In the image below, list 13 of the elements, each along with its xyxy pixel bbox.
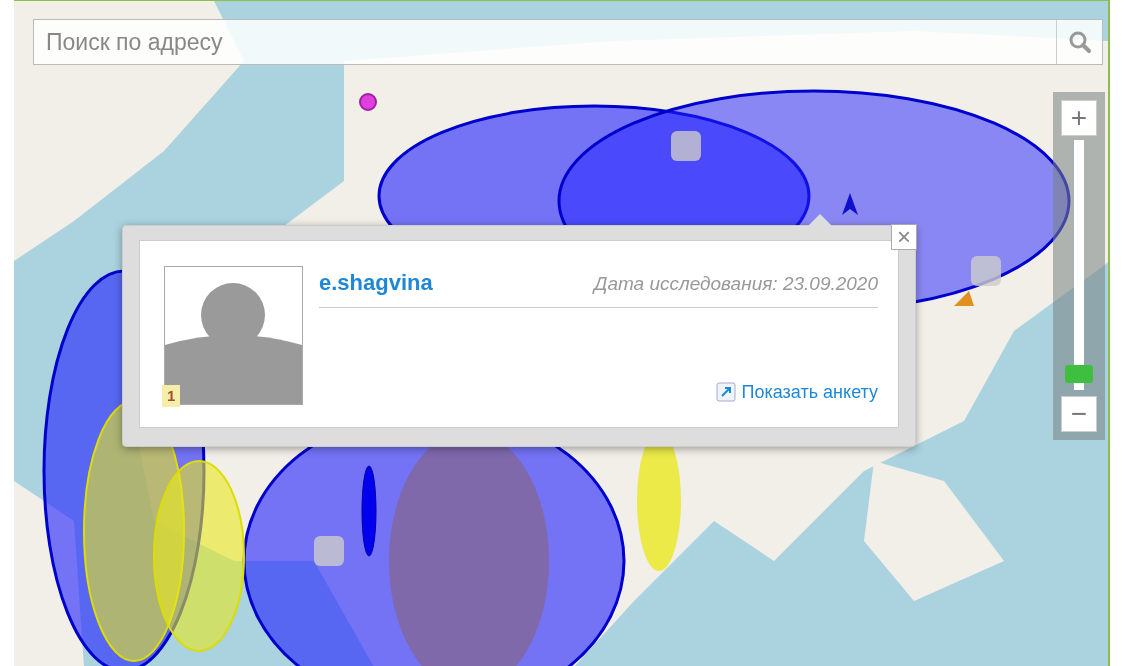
- map-tile[interactable]: Поиск по адресу + − × 1 e.shagvina Дата исследования: 23.09.2020 Показать анкету: [14, 0, 1110, 666]
- zoom-out-button[interactable]: −: [1061, 396, 1097, 432]
- search-field[interactable]: Поиск по адресу: [33, 19, 1103, 65]
- close-button[interactable]: ×: [891, 224, 917, 250]
- show-profile-link[interactable]: Показать анкету: [715, 378, 878, 406]
- popup-pointer: [808, 214, 832, 226]
- zoom-in-button[interactable]: +: [1061, 100, 1097, 136]
- username-link[interactable]: e.shagvina: [319, 266, 433, 299]
- count-badge: 1: [162, 384, 181, 407]
- external-link-icon: [715, 382, 736, 402]
- search-icon: [1067, 30, 1092, 54]
- study-date: Дата исследования: 23.09.2020: [594, 272, 878, 296]
- zoom-slider-handle[interactable]: [1065, 365, 1093, 384]
